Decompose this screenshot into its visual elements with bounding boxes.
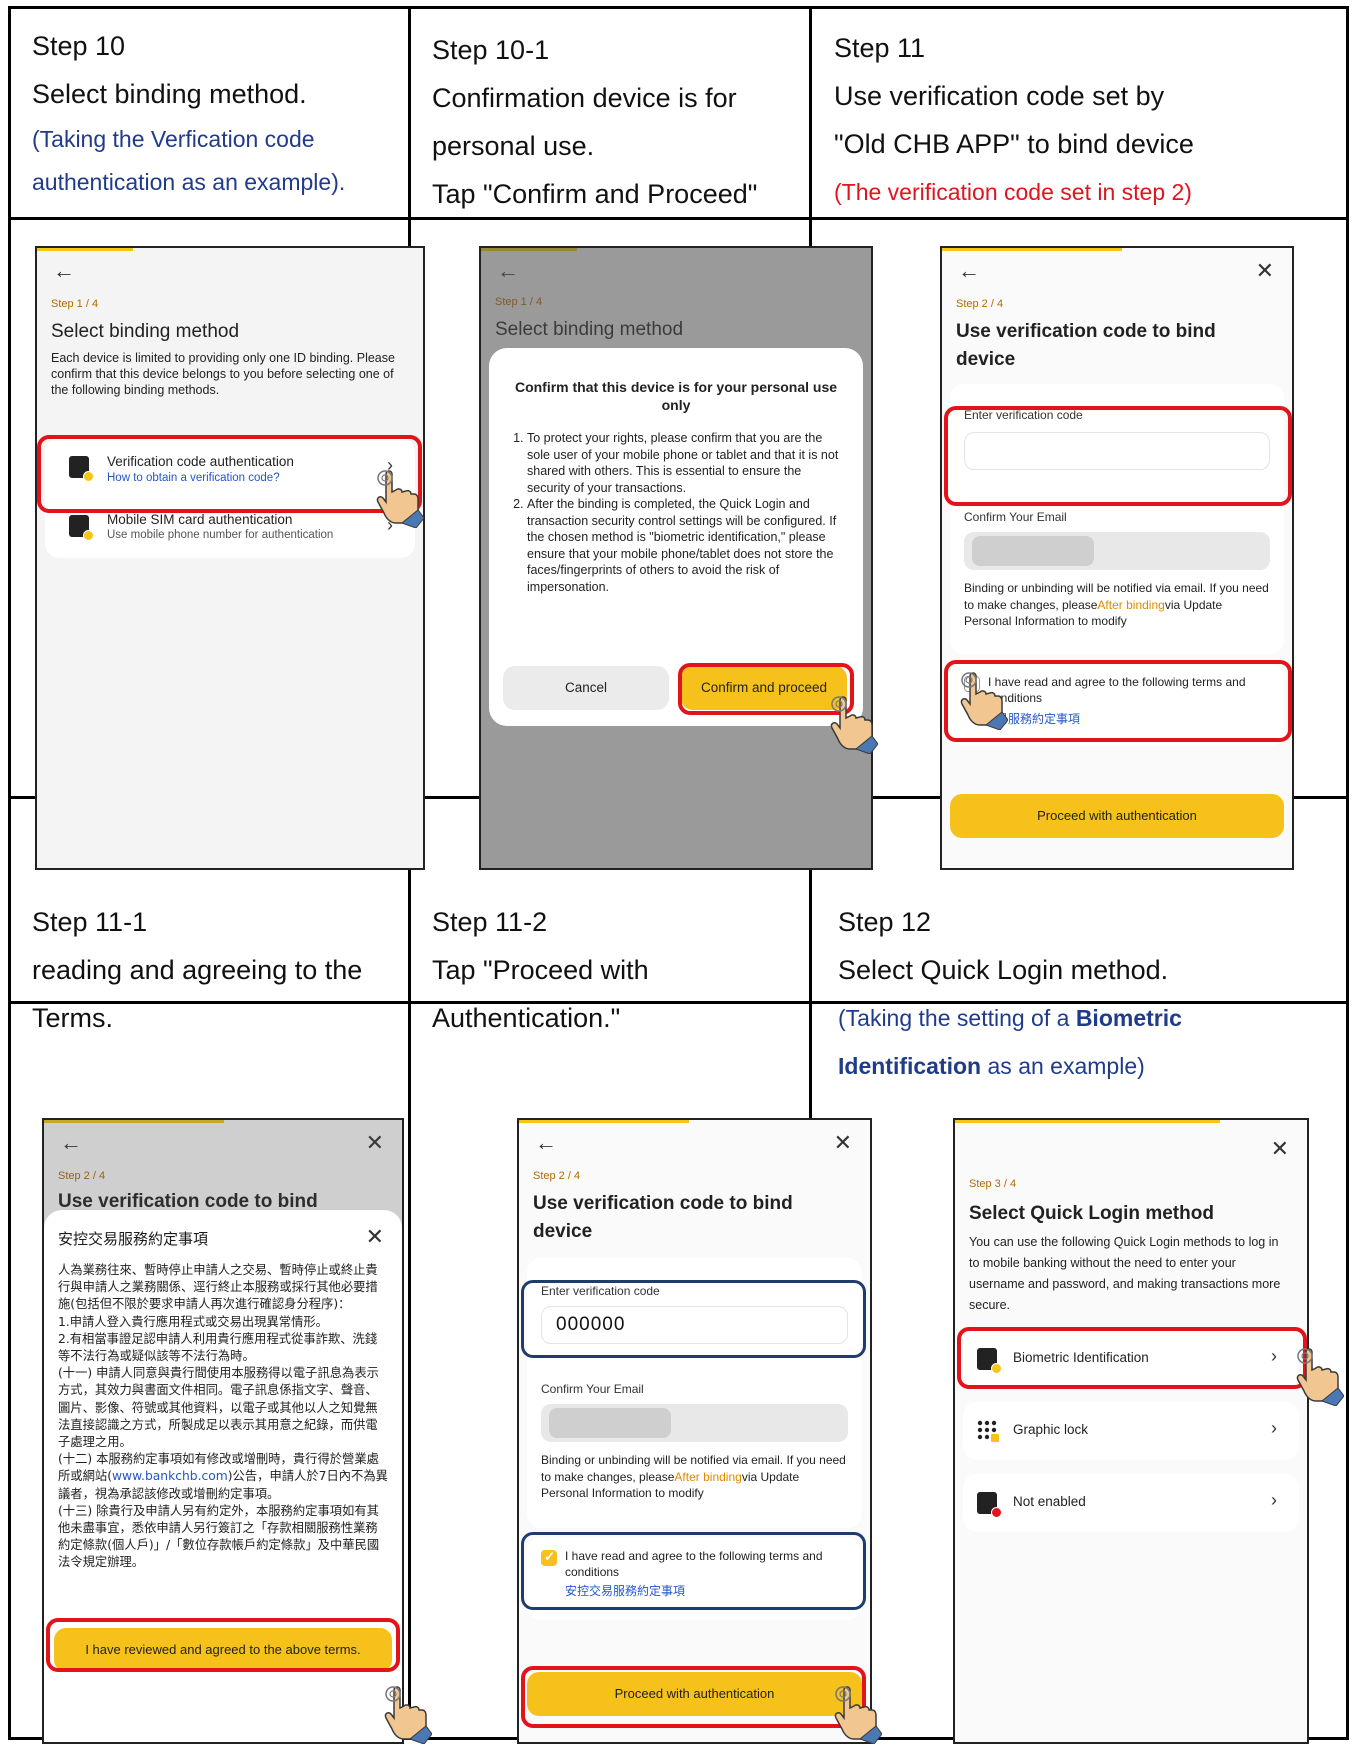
tap-hand-icon [956, 670, 1008, 730]
close-icon[interactable]: ✕ [834, 1130, 852, 1156]
step-instruction: Authentication." [432, 1003, 621, 1033]
screen-title: Select Quick Login method [969, 1203, 1214, 1224]
tap-hand-icon [826, 694, 878, 754]
highlight-box [521, 1532, 866, 1610]
step-indicator: Step 1 / 4 [51, 298, 99, 310]
step-indicator: Step 2 / 4 [956, 298, 1004, 310]
back-arrow-icon[interactable]: ← [958, 258, 980, 284]
step-instruction: "Old CHB APP" to bind device [834, 129, 1194, 159]
step-instruction: Tap "Proceed with [432, 955, 649, 985]
close-icon[interactable]: ✕ [1256, 258, 1274, 284]
bank-website-link[interactable]: www.bankchb.com [112, 1469, 228, 1483]
proceed-with-authentication-button[interactable]: Proceed with authentication [950, 794, 1284, 838]
option-title: Mobile SIM card authentication [107, 512, 293, 527]
highlight-box [46, 1618, 400, 1672]
highlight-box [521, 1666, 866, 1728]
step10-1-header: Step 10-1 Confirmation device is for per… [410, 26, 805, 218]
step-note: (Taking the setting of a Biometric [838, 1005, 1182, 1031]
step11-2-header: Step 11-2 Tap "Proceed with Authenticati… [410, 898, 805, 1042]
phone-screen-quick-login: ✕ Step 3 / 4 Select Quick Login method Y… [953, 1118, 1309, 1744]
highlight-box [37, 435, 422, 513]
step-title: Step 11-2 [432, 907, 548, 937]
phone-screen-verify-code: ← ✕ Step 2 / 4 Use verification code to … [940, 246, 1294, 870]
step-title: Step 10-1 [432, 35, 550, 65]
email-label: Confirm Your Email [541, 1382, 644, 1396]
step-instruction: Confirmation device is for [432, 83, 737, 113]
progress-bar [37, 248, 133, 251]
back-arrow-icon[interactable]: ← [535, 1130, 557, 1156]
terms-body: 人為業務往來、暫時停止申請人之交易、暫時停止或終止貴行與申請人之業務關係、逕行終… [58, 1263, 388, 1570]
step12-header: Step 12 Select Quick Login method. (Taki… [816, 898, 1351, 1090]
screen-title: Use verification code to bind device [956, 321, 1216, 370]
step-indicator: Step 2 / 4 [533, 1170, 581, 1182]
option-title: Graphic lock [1013, 1422, 1089, 1437]
option-not-enabled[interactable]: Not enabled › [963, 1474, 1299, 1532]
email-notice: Binding or unbinding will be notified vi… [541, 1453, 846, 1500]
tap-hand-icon [830, 1684, 882, 1744]
chevron-right-icon: › [1271, 1418, 1277, 1438]
sim-card-icon [69, 515, 94, 541]
chevron-right-icon: › [1271, 1490, 1277, 1510]
screen-title: Use verification code to bind device [533, 1193, 793, 1242]
email-notice: Binding or unbinding will be notified vi… [964, 581, 1269, 628]
step-instruction: personal use. [432, 131, 595, 161]
modal-title: Confirm that this device is for your per… [514, 379, 838, 413]
step-note: (Taking the Verfication code [32, 126, 315, 152]
tap-hand-icon [380, 1684, 432, 1744]
phone-screen-verify-filled: ← ✕ Step 2 / 4 Use verification code to … [517, 1118, 872, 1744]
step-instruction: Use verification code set by [834, 81, 1165, 111]
step-indicator: Step 3 / 4 [969, 1178, 1017, 1190]
close-icon[interactable]: ✕ [366, 1224, 384, 1250]
tap-hand-icon [372, 468, 424, 528]
email-label: Confirm Your Email [964, 510, 1067, 524]
option-subtitle: Use mobile phone number for authenticati… [107, 529, 334, 541]
highlight-box [957, 1327, 1307, 1389]
sheet-title: 安控交易服務約定事項 [58, 1230, 209, 1248]
cancel-button[interactable]: Cancel [503, 666, 669, 710]
step-title: Step 11 [834, 33, 926, 63]
step-instruction: Terms. [32, 1003, 113, 1033]
modal-list-item: After the binding is completed, the Quic… [527, 496, 845, 595]
step-note: Identification as an example) [838, 1053, 1145, 1079]
graphic-lock-icon [977, 1420, 999, 1442]
highlight-box [944, 406, 1292, 506]
tap-hand-icon [1292, 1346, 1344, 1406]
email-field [541, 1404, 848, 1442]
progress-bar [942, 248, 1122, 251]
progress-bar [955, 1120, 1220, 1123]
email-field [964, 532, 1270, 570]
disabled-icon [977, 1492, 1002, 1518]
option-title: Not enabled [1013, 1494, 1086, 1509]
modal-list-item: To protect your rights, please confirm t… [527, 430, 845, 496]
step-instruction: reading and agreeing to the [32, 955, 363, 985]
option-graphic-lock[interactable]: Graphic lock › [963, 1402, 1299, 1460]
step-instruction: Tap "Confirm and Proceed" [432, 179, 758, 209]
step-instruction: Select Quick Login method. [838, 955, 1169, 985]
modal-list: To protect your rights, please confirm t… [509, 430, 845, 595]
screen-description: You can use the following Quick Login me… [969, 1235, 1281, 1312]
phone-screen-terms: ← ✕ Step 2 / 4 Use verification code to … [42, 1118, 404, 1744]
step-instruction: Select binding method. [32, 79, 307, 109]
step10-header: Step 10 Select binding method. (Taking t… [10, 22, 405, 204]
phone-screen-personal-confirm: ← Step 1 / 4 Select binding method Confi… [479, 246, 873, 870]
back-arrow-icon[interactable]: ← [53, 258, 75, 284]
progress-bar [519, 1120, 689, 1123]
step11-1-header: Step 11-1 reading and agreeing to the Te… [10, 898, 405, 1042]
step-title: Step 11-1 [32, 907, 148, 937]
step-note: (The verification code set in step 2) [834, 179, 1192, 205]
highlight-box [521, 1280, 866, 1358]
step-title: Step 10 [32, 31, 126, 61]
close-icon[interactable]: ✕ [1271, 1136, 1289, 1162]
screen-description: Each device is limited to providing only… [51, 351, 395, 397]
step-title: Step 12 [838, 907, 932, 937]
screen-title: Select binding method [51, 321, 240, 342]
step11-header: Step 11 Use verification code set by "Ol… [812, 24, 1347, 216]
phone-screen-binding: ← Step 1 / 4 Select binding method Each … [35, 246, 425, 870]
step-note: authentication as an example). [32, 169, 346, 195]
